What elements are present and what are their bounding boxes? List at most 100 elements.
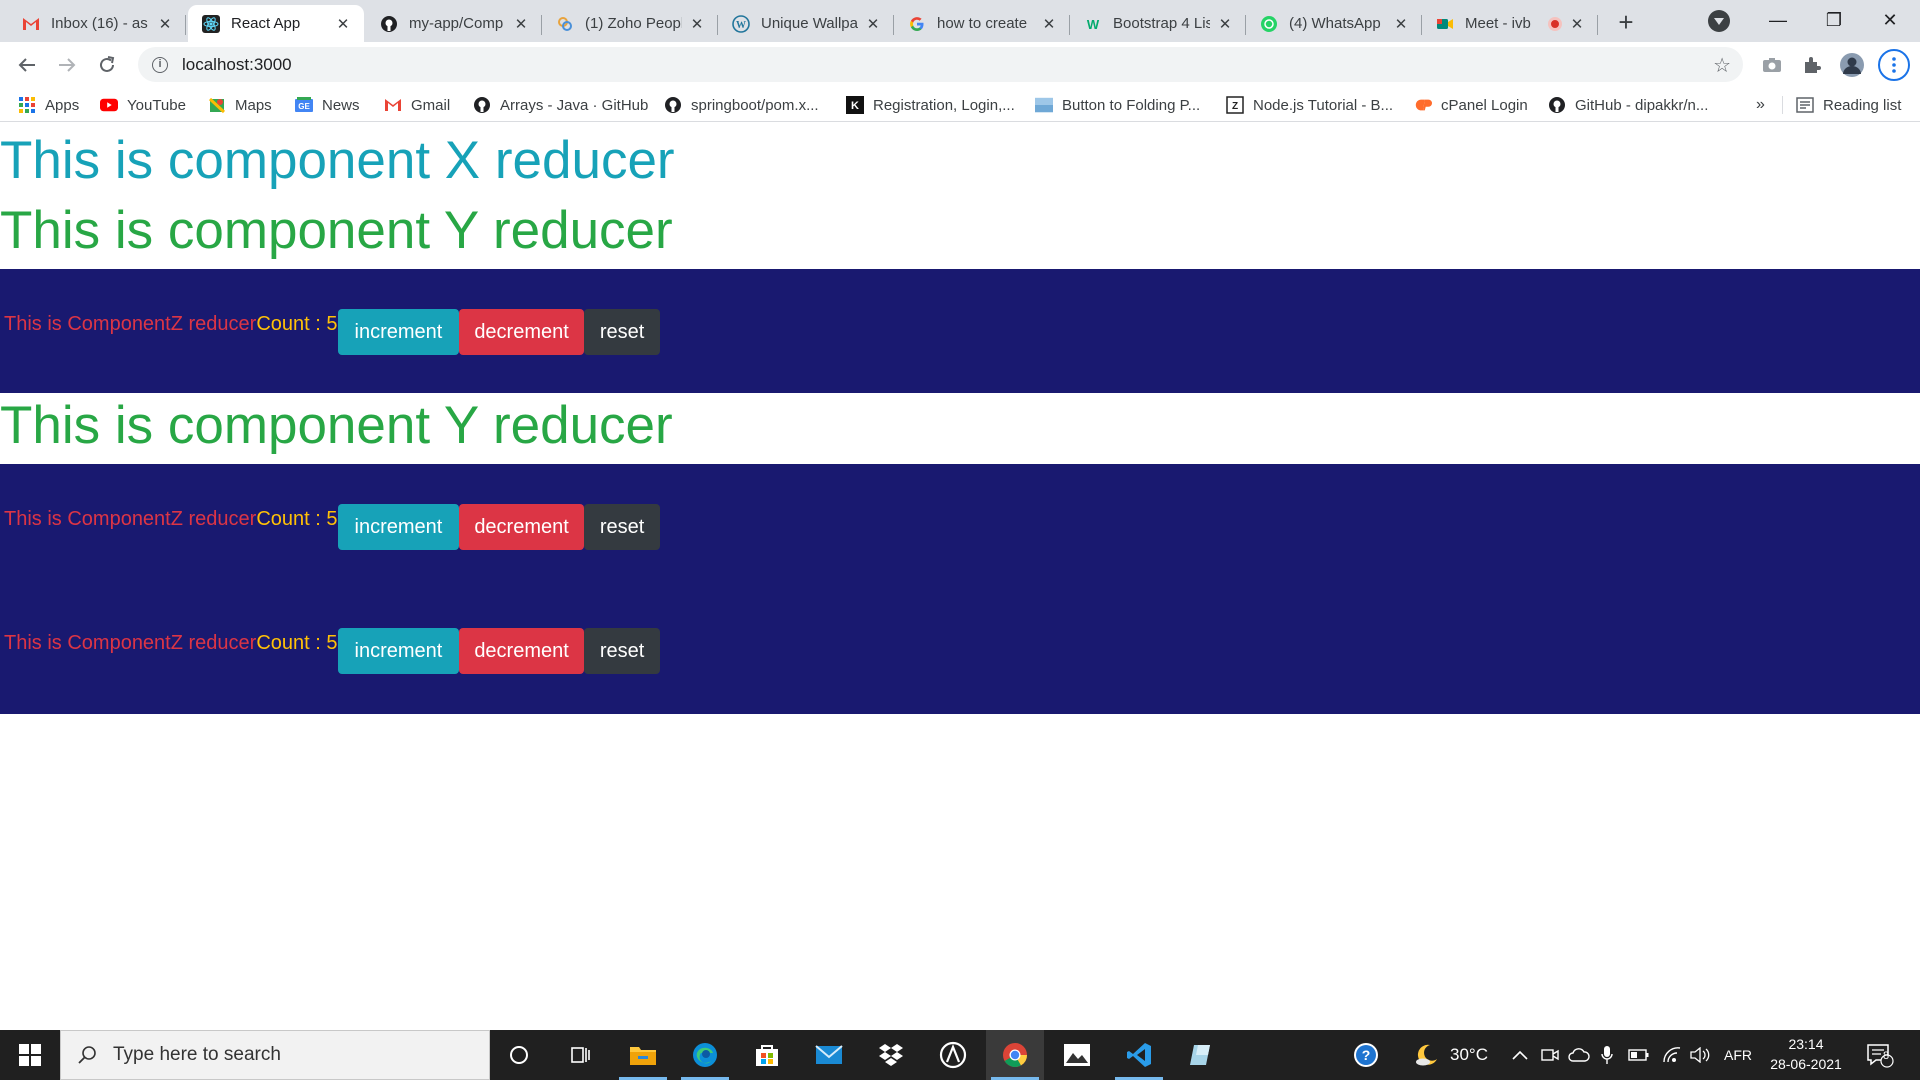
taskbar-search-box[interactable]: Type here to search <box>60 1030 490 1080</box>
tab-meet[interactable]: Meet - ivb ✕ <box>1422 5 1598 42</box>
close-tab-icon[interactable]: ✕ <box>864 15 882 33</box>
app-icon[interactable] <box>1172 1030 1230 1080</box>
system-clock[interactable]: 23:14 28-06-2021 <box>1760 1034 1852 1074</box>
close-tab-icon[interactable]: ✕ <box>334 15 352 33</box>
address-bar[interactable]: i localhost:3000 ☆ <box>138 47 1743 82</box>
youtube-icon <box>100 96 118 114</box>
profile-avatar[interactable] <box>1838 51 1866 79</box>
new-tab-button[interactable]: + <box>1612 7 1640 37</box>
bookmark-springboot[interactable]: springboot/pom.x... <box>664 94 819 116</box>
camera-icon[interactable] <box>1758 51 1786 79</box>
clock-date: 28-06-2021 <box>1770 1056 1842 1072</box>
back-icon[interactable] <box>11 49 43 81</box>
maximize-button[interactable]: ❐ <box>1806 0 1862 40</box>
whatsapp-icon <box>1260 15 1278 33</box>
reset-button[interactable]: reset <box>583 628 661 674</box>
tab-gmail[interactable]: Inbox (16) - as ✕ <box>8 5 186 42</box>
dropbox-icon[interactable] <box>862 1030 920 1080</box>
bookmark-gmail[interactable]: Gmail <box>384 94 450 116</box>
meet-icon <box>1436 15 1454 33</box>
onedrive-icon[interactable] <box>1568 1030 1590 1080</box>
close-tab-icon[interactable]: ✕ <box>1216 15 1234 33</box>
bookmark-apps[interactable]: Apps <box>18 94 79 116</box>
close-tab-icon[interactable]: ✕ <box>1568 15 1586 33</box>
close-tab-icon[interactable]: ✕ <box>1392 15 1410 33</box>
tab-title: my-app/Comp <box>409 15 504 32</box>
forward-icon[interactable] <box>51 49 83 81</box>
extensions-icon[interactable] <box>1798 51 1826 79</box>
increment-button[interactable]: increment <box>337 504 460 550</box>
reset-button[interactable]: reset <box>583 504 661 550</box>
bookmark-label: Button to Folding P... <box>1062 96 1201 114</box>
reload-icon[interactable] <box>91 49 123 81</box>
decrement-button[interactable]: decrement <box>459 628 584 674</box>
search-placeholder: Type here to search <box>113 1044 281 1065</box>
microphone-icon[interactable] <box>1600 1030 1614 1080</box>
minimize-button[interactable]: — <box>1750 0 1806 40</box>
component-z-label: This is ComponentZ reducer <box>4 632 257 654</box>
photos-icon[interactable] <box>1048 1030 1106 1080</box>
reading-list-button[interactable]: Reading list <box>1796 94 1901 116</box>
mail-icon[interactable] <box>800 1030 858 1080</box>
bookmark-arrays-github[interactable]: Arrays - Java · GitHub <box>473 94 648 116</box>
tab-bootstrap[interactable]: W Bootstrap 4 Lis ✕ <box>1070 5 1246 42</box>
tab-whatsapp[interactable]: (4) WhatsApp ✕ <box>1246 5 1422 42</box>
site-info-icon[interactable]: i <box>152 56 168 73</box>
bookmark-star-icon[interactable]: ☆ <box>1713 53 1731 78</box>
tab-google-search[interactable]: how to create ✕ <box>894 5 1070 42</box>
battery-icon[interactable] <box>1628 1030 1650 1080</box>
weather-widget[interactable]: 30°C <box>1414 1030 1488 1080</box>
bookmark-news[interactable]: GE News <box>295 94 360 116</box>
input-language-indicator[interactable]: AFR <box>1724 1030 1752 1080</box>
help-icon[interactable]: ? <box>1352 1030 1380 1080</box>
bookmark-button-folding[interactable]: Button to Folding P... <box>1035 94 1200 116</box>
tab-title: Bootstrap 4 Lis <box>1113 15 1210 32</box>
tab-wordpress[interactable]: W Unique Wallpa ✕ <box>718 5 894 42</box>
vscode-icon[interactable] <box>1110 1030 1168 1080</box>
meet-now-icon[interactable] <box>1540 1030 1560 1080</box>
decrement-button[interactable]: decrement <box>459 504 584 550</box>
tab-react-app[interactable]: React App ✕ <box>188 5 364 42</box>
close-tab-icon[interactable]: ✕ <box>512 15 530 33</box>
wifi-icon[interactable] <box>1662 1030 1682 1080</box>
show-hidden-icons-icon[interactable] <box>1512 1030 1528 1080</box>
bookmark-github-dipakkr[interactable]: GitHub - dipakkr/n... <box>1548 94 1708 116</box>
tab-search-icon[interactable] <box>1708 10 1730 32</box>
cortana-icon[interactable] <box>490 1030 548 1080</box>
count-display: Count : 5 <box>256 508 338 530</box>
tab-github[interactable]: my-app/Comp ✕ <box>366 5 542 42</box>
bookmark-registration[interactable]: K Registration, Login,... <box>846 94 1015 116</box>
close-window-button[interactable]: ✕ <box>1862 0 1918 40</box>
file-explorer-icon[interactable] <box>614 1030 672 1080</box>
bookmarks-overflow-button[interactable]: » <box>1756 94 1765 116</box>
increment-button[interactable]: increment <box>337 309 460 355</box>
bookmark-cpanel[interactable]: cPanel Login <box>1414 94 1528 116</box>
reset-button[interactable]: reset <box>583 309 661 355</box>
bookmark-nodejs[interactable]: Z Node.js Tutorial - B... <box>1226 94 1393 116</box>
count-display: Count : 5 <box>256 632 338 654</box>
close-tab-icon[interactable]: ✕ <box>1040 15 1058 33</box>
menu-icon[interactable] <box>1878 49 1910 81</box>
chrome-icon[interactable] <box>986 1030 1044 1080</box>
bookmark-youtube[interactable]: YouTube <box>100 94 186 116</box>
decrement-button[interactable]: decrement <box>459 309 584 355</box>
component-z-panel: This is ComponentZ reducer Count : 5 inc… <box>0 269 1920 393</box>
volume-icon[interactable] <box>1690 1030 1710 1080</box>
close-tab-icon[interactable]: ✕ <box>156 15 174 33</box>
bookmark-label: Node.js Tutorial - B... <box>1253 96 1394 114</box>
windows-start-icon[interactable] <box>0 1030 60 1080</box>
github-icon <box>380 15 398 33</box>
url-text[interactable]: localhost:3000 <box>182 55 292 75</box>
bookmark-maps[interactable]: Maps <box>208 94 272 116</box>
close-tab-icon[interactable]: ✕ <box>688 15 706 33</box>
increment-button[interactable]: increment <box>337 628 460 674</box>
edge-icon[interactable] <box>676 1030 734 1080</box>
tab-separator <box>185 15 186 35</box>
app-icon[interactable] <box>924 1030 982 1080</box>
task-view-icon[interactable] <box>552 1030 610 1080</box>
bookmark-label: Gmail <box>411 96 451 114</box>
store-icon[interactable] <box>738 1030 796 1080</box>
tab-zoho[interactable]: (1) Zoho Peopl ✕ <box>542 5 718 42</box>
bookmark-label: News <box>322 96 360 114</box>
action-center-icon[interactable]: 8 <box>1866 1030 1894 1080</box>
